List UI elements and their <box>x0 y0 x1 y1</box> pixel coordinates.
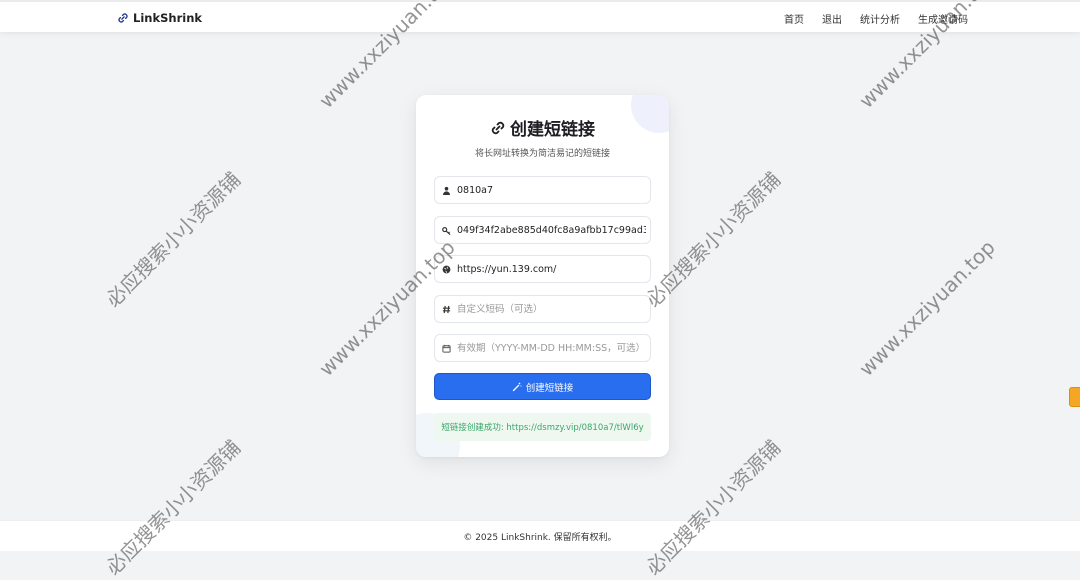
card-title: 创建短链接 <box>416 115 669 140</box>
globe-icon <box>435 256 457 282</box>
nav-link-statistics[interactable]: 统计分析 <box>860 11 900 26</box>
link-icon <box>118 13 128 23</box>
brand-link[interactable]: LinkShrink <box>117 8 202 28</box>
watermark-shop: 必应搜索小小资源铺 <box>100 435 246 580</box>
calendar-icon <box>435 335 457 361</box>
brand-name: LinkShrink <box>133 11 203 25</box>
api-key-field <box>434 216 651 244</box>
custom-code-field <box>434 295 651 323</box>
card-subtitle: 将长网址转换为简洁易记的短链接 <box>474 149 610 159</box>
expiry-input[interactable] <box>457 336 650 360</box>
username-input[interactable] <box>457 178 650 202</box>
create-link-card: 创建短链接 将长网址转换为简洁易记的短链接 0810a7 049f34f2abe… <box>416 95 669 457</box>
floating-side-tab[interactable] <box>1070 388 1080 406</box>
link-icon <box>491 121 505 134</box>
create-short-link-label: 创建短链接 <box>525 382 574 394</box>
nav-link-logout[interactable]: 退出 <box>822 11 842 26</box>
custom-code-input[interactable] <box>457 297 650 321</box>
magic-wand-icon <box>512 382 522 391</box>
footer-copyright: © 2025 LinkShrink. 保留所有权利。 <box>463 532 617 543</box>
long-url-field <box>434 255 651 283</box>
expiry-field <box>434 334 651 362</box>
success-message: 短链接创建成功: https://dsmzy.vip/0810a7/tlWl6y <box>441 423 644 433</box>
footer: © 2025 LinkShrink. 保留所有权利。 <box>0 520 1080 551</box>
card-title-text: 创建短链接 <box>510 120 595 140</box>
username-field <box>434 176 651 204</box>
create-short-link-button[interactable]: 创建短链接 <box>434 373 651 400</box>
long-url-input[interactable] <box>457 257 650 281</box>
key-icon <box>435 217 457 243</box>
user-icon <box>435 177 457 203</box>
api-key-input[interactable] <box>457 218 650 242</box>
hash-icon <box>435 296 457 322</box>
nav-link-invite-code[interactable]: 生成邀请码 <box>918 11 968 26</box>
nav-links: 首页 退出 统计分析 生成邀请码 <box>784 2 968 34</box>
top-navbar: LinkShrink 首页 退出 统计分析 生成邀请码 <box>0 0 1080 32</box>
watermark-shop: 必应搜索小小资源铺 <box>100 167 246 312</box>
nav-link-home[interactable]: 首页 <box>784 11 804 26</box>
watermark-site: www.xxziyuan.top <box>854 235 1000 381</box>
